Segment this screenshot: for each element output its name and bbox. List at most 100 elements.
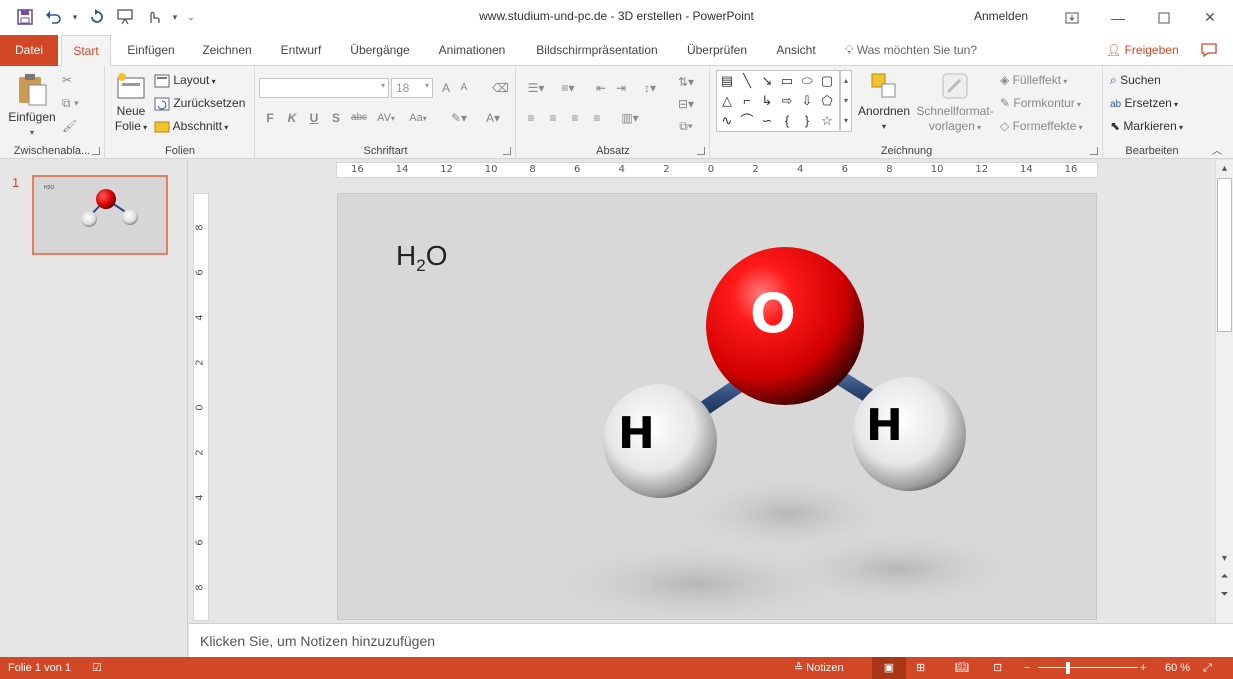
bullets-icon[interactable]: ☰▾ — [523, 78, 549, 98]
shapes-gallery[interactable]: ▤ ╲ ↘ ▭ ⬭ ▢ △ ⌐ ↳ ⇨ ⇩ ⬠ ∿ ⌒ ∽ { } ☆ — [716, 70, 840, 132]
smartart-icon[interactable]: ⧉▾ — [673, 116, 699, 136]
shrink-font-icon[interactable]: A — [456, 78, 472, 98]
zoom-in-icon[interactable]: + — [1140, 657, 1146, 679]
align-text-icon[interactable]: ⊟▾ — [673, 94, 699, 114]
freeform-shape-icon[interactable]: ∿ — [718, 112, 736, 130]
arc-shape-icon[interactable]: ⌒ — [738, 112, 756, 130]
shadow-button[interactable]: S — [328, 108, 344, 128]
find-button[interactable]: ⌕ Suchen — [1110, 70, 1161, 90]
layout-button[interactable]: Layout ▾ — [154, 70, 216, 90]
strikethrough-button[interactable]: abc — [348, 108, 370, 128]
ribbon-display-icon[interactable] — [1049, 0, 1095, 35]
notes-toggle[interactable]: ≙ Notizen — [794, 657, 844, 679]
replace-button[interactable]: ab Ersetzen ▾ — [1110, 93, 1178, 113]
underline-button[interactable]: U — [306, 108, 322, 128]
reset-button[interactable]: Zurücksetzen — [154, 93, 245, 113]
slide-sorter-icon[interactable]: ⊞ — [916, 657, 925, 679]
star-shape-icon[interactable]: ☆ — [818, 112, 836, 130]
close-icon[interactable]: ✕ — [1187, 0, 1233, 35]
slide-thumbnail[interactable]: H2O — [32, 175, 168, 255]
increase-indent-icon[interactable]: ⇥ — [613, 78, 629, 98]
arrange-button[interactable]: Anordnen ▾ — [856, 72, 912, 134]
shape-outline-button[interactable]: ✎ Formkontur ▾ — [1000, 93, 1081, 113]
new-slide-button[interactable]: Neue Folie ▾ — [110, 72, 152, 135]
grow-font-icon[interactable]: A — [438, 78, 454, 98]
right-brace-shape-icon[interactable]: } — [798, 112, 816, 130]
font-size-combo[interactable]: 18 ▾ — [391, 78, 433, 98]
tab-transitions[interactable]: Übergänge — [342, 35, 418, 66]
collapse-ribbon-icon[interactable]: ︿ — [1212, 142, 1222, 157]
tab-design[interactable]: Entwurf — [271, 35, 331, 66]
next-slide-icon[interactable]: ⏷ — [1216, 586, 1233, 603]
rectangle-shape-icon[interactable]: ▭ — [778, 72, 796, 90]
line-spacing-icon[interactable]: ↕▾ — [637, 78, 663, 98]
select-button[interactable]: ⬉ Markieren ▾ — [1110, 116, 1183, 136]
normal-view-icon[interactable]: ▣ — [872, 657, 906, 679]
tab-animations[interactable]: Animationen — [428, 35, 516, 66]
curve-shape-icon[interactable]: ∽ — [758, 112, 776, 130]
section-button[interactable]: Abschnitt ▾ — [154, 116, 228, 136]
elbow-connector-icon[interactable]: ⌐ — [738, 92, 756, 110]
pentagon-shape-icon[interactable]: ⬠ — [818, 92, 836, 110]
line-shape-icon[interactable]: ╲ — [738, 72, 756, 90]
share-button[interactable]: 👤︎ Freigeben — [1106, 35, 1179, 66]
decrease-indent-icon[interactable]: ⇤ — [593, 78, 609, 98]
tab-view[interactable]: Ansicht — [766, 35, 826, 66]
cut-icon[interactable]: ✂ — [62, 70, 72, 90]
maximize-icon[interactable] — [1141, 0, 1187, 35]
dialog-launcher-icon[interactable] — [92, 147, 100, 155]
tab-draw[interactable]: Zeichnen — [194, 35, 260, 66]
triangle-shape-icon[interactable]: △ — [718, 92, 736, 110]
sign-in-link[interactable]: Anmelden — [974, 9, 1028, 23]
slide-canvas[interactable]: H2O O H H — [337, 193, 1097, 620]
fit-to-window-icon[interactable]: ⤢ — [1203, 657, 1212, 679]
shape-effects-button[interactable]: ◇ Formeffekte ▾ — [1000, 116, 1083, 136]
down-arrow-shape-icon[interactable]: ⇩ — [798, 92, 816, 110]
notes-pane[interactable]: Klicken Sie, um Notizen hinzuzufügen — [189, 623, 1233, 657]
font-name-combo[interactable]: ▾ — [259, 78, 389, 98]
clear-format-icon[interactable]: ⌫ — [492, 78, 509, 98]
spell-check-icon[interactable]: ☑ — [92, 657, 102, 679]
oval-shape-icon[interactable]: ⬭ — [798, 72, 816, 90]
right-arrow-shape-icon[interactable]: ⇨ — [778, 92, 796, 110]
char-spacing-button[interactable]: AV▾ — [372, 108, 400, 128]
format-painter-icon[interactable]: 🖌︎ — [62, 116, 77, 136]
change-case-button[interactable]: Aa▾ — [404, 108, 432, 128]
numbering-icon[interactable]: ≡▾ — [555, 78, 581, 98]
molecule-3d-model[interactable]: O H H — [338, 194, 1097, 620]
italic-button[interactable]: K — [284, 108, 300, 128]
left-brace-shape-icon[interactable]: { — [778, 112, 796, 130]
zoom-slider[interactable] — [1038, 657, 1138, 679]
slideshow-view-icon[interactable]: ⊡ — [993, 657, 1002, 679]
zoom-knob[interactable] — [1066, 662, 1070, 674]
rounded-rect-shape-icon[interactable]: ▢ — [818, 72, 836, 90]
copy-icon[interactable]: ⧉ ▾ — [62, 93, 79, 113]
shape-fill-button[interactable]: ◈ Fülleffekt ▾ — [1000, 70, 1067, 90]
reading-view-icon[interactable]: 📖︎ — [955, 657, 969, 679]
dialog-launcher-icon[interactable] — [503, 147, 511, 155]
font-color-icon[interactable]: A▾ — [480, 108, 506, 128]
scrollbar-thumb[interactable] — [1217, 178, 1232, 332]
arrow-line-shape-icon[interactable]: ↘ — [758, 72, 776, 90]
dialog-launcher-icon[interactable] — [1090, 147, 1098, 155]
highlight-icon[interactable]: ✎▾ — [446, 108, 472, 128]
zoom-out-icon[interactable]: − — [1024, 657, 1030, 679]
shapes-gallery-scroll[interactable]: ▴ ▾ ▾ — [840, 70, 852, 132]
minimize-icon[interactable]: — — [1095, 0, 1141, 35]
align-right-icon[interactable]: ≡ — [567, 108, 583, 128]
bold-button[interactable]: F — [262, 108, 278, 128]
dialog-launcher-icon[interactable] — [697, 147, 705, 155]
align-left-icon[interactable]: ≡ — [523, 108, 539, 128]
tab-insert[interactable]: Einfügen — [117, 35, 185, 66]
align-center-icon[interactable]: ≡ — [545, 108, 561, 128]
textbox-shape-icon[interactable]: ▤ — [718, 72, 736, 90]
elbow-arrow-icon[interactable]: ↳ — [758, 92, 776, 110]
comments-icon[interactable] — [1200, 42, 1218, 61]
tab-review[interactable]: Überprüfen — [678, 35, 756, 66]
tab-slideshow[interactable]: Bildschirmpräsentation — [526, 35, 668, 66]
text-direction-icon[interactable]: ⇅▾ — [673, 72, 699, 92]
tab-start[interactable]: Start — [61, 35, 111, 67]
scroll-down-icon[interactable]: ▾ — [1216, 550, 1233, 567]
justify-icon[interactable]: ≡ — [589, 108, 605, 128]
tab-file[interactable]: Datei — [0, 35, 58, 66]
